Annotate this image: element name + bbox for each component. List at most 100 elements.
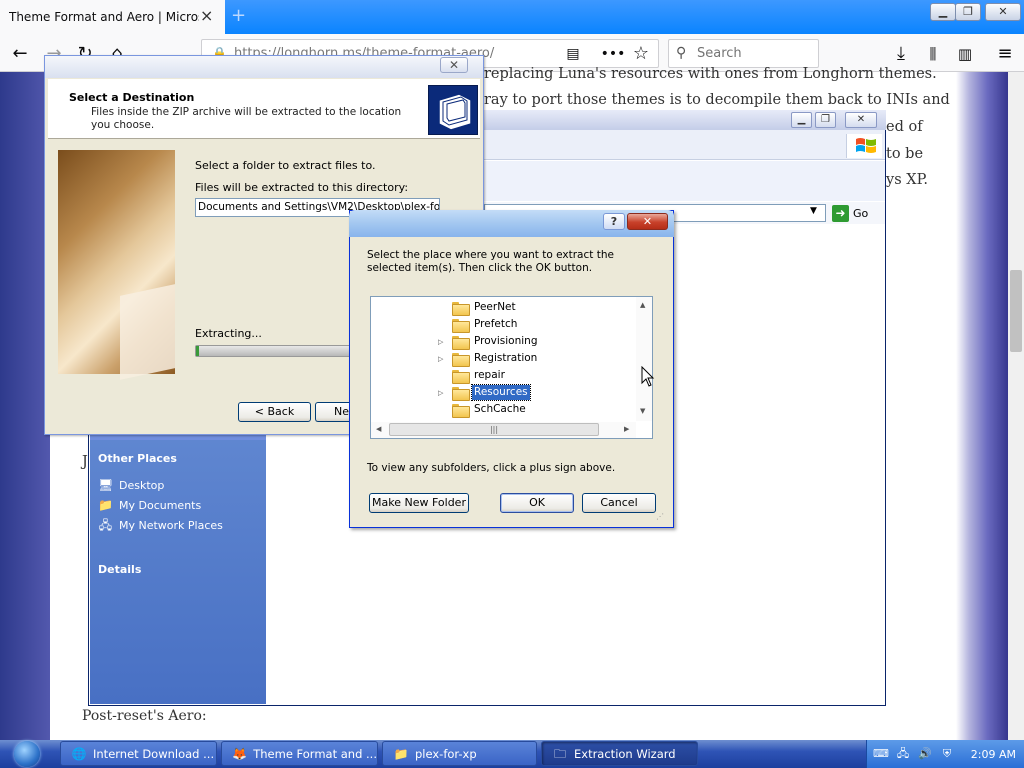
shield-icon[interactable]: ⛨ [939, 746, 955, 762]
tree-folder-row[interactable]: PeerNet [371, 299, 636, 316]
browser-restore-button[interactable]: ❐ [955, 3, 981, 21]
page-actions-icon[interactable]: ••• [600, 41, 626, 67]
taskbar-item-label: Extraction Wizard [574, 746, 676, 761]
ok-button[interactable]: OK [500, 493, 574, 513]
menu-icon[interactable]: ≡ [992, 41, 1018, 67]
taskbar-item[interactable]: 🦊 Theme Format and ... [221, 741, 378, 766]
browse-close-button[interactable]: ✕ [627, 213, 668, 230]
tree-folder-label: repair [474, 369, 505, 381]
tree-expand-icon[interactable]: ▷ [438, 338, 446, 346]
wizard-step-subtitle: Files inside the ZIP archive will be ext… [91, 106, 402, 131]
zip-folder-icon [428, 85, 478, 135]
help-button[interactable]: ? [603, 213, 625, 230]
wizard-step-title: Select a Destination [69, 91, 195, 104]
article-line-1: replacing Luna's resources with ones fro… [484, 66, 937, 82]
tree-expand-icon[interactable]: ▷ [438, 389, 446, 397]
search-icon: ⚲ [676, 45, 687, 61]
keyboard-icon[interactable]: ⌨ [873, 746, 889, 762]
tree-folder-label: Registration [474, 352, 538, 364]
extraction-progress-bar [195, 345, 355, 357]
browser-minimize-button[interactable]: ▁ [930, 3, 956, 21]
wizard-titlebar[interactable] [45, 56, 483, 78]
article-line-5: ys XP. [886, 172, 928, 188]
back-arrow-icon[interactable]: ← [7, 41, 33, 67]
tree-folder-row[interactable]: Prefetch [371, 316, 636, 333]
folder-icon: 📁 [393, 746, 409, 761]
scroll-down-icon[interactable]: ▼ [640, 407, 645, 415]
extracting-status: Extracting... [195, 327, 262, 340]
cancel-button[interactable]: Cancel [582, 493, 656, 513]
tab-title: Theme Format and Aero | Microsoft [9, 10, 199, 24]
page-scrollbar[interactable] [1008, 72, 1024, 740]
resize-grip-icon[interactable]: ⋰ [656, 512, 664, 521]
other-places-title[interactable]: Other Places [98, 452, 177, 465]
tree-folder-label: SchCache [474, 403, 526, 415]
tree-vertical-scrollbar[interactable]: ▲ ▼ [636, 297, 652, 421]
tree-folder-row[interactable]: ▷ Registration [371, 350, 636, 367]
mouse-cursor-icon [641, 366, 655, 387]
other-places-label: Desktop [119, 479, 165, 492]
folder-icon [452, 352, 470, 367]
back-button[interactable]: < Back [238, 402, 311, 422]
scroll-left-icon[interactable]: ◀ [376, 425, 381, 433]
browse-dialog-titlebar[interactable] [349, 210, 674, 237]
page-background-edge [956, 72, 1008, 740]
explorer-minimize-button[interactable]: ▁ [791, 112, 812, 128]
tree-folder-row[interactable]: ▷ Resources [371, 384, 636, 401]
sidebar-icon[interactable]: ▥ [952, 41, 978, 67]
other-places-network[interactable]: 🖧 My Network Places [98, 518, 223, 533]
tab-close-icon[interactable]: × [200, 8, 216, 24]
other-places-my-documents[interactable]: 📁 My Documents [98, 498, 201, 513]
tree-folder-row[interactable]: SchCache [371, 401, 636, 418]
folder-icon [452, 301, 470, 316]
page-scrollbar-thumb[interactable] [1010, 270, 1022, 352]
tree-expand-icon[interactable]: ▷ [438, 355, 446, 363]
article-fragment: J [82, 454, 88, 470]
browse-instructions: Select the place where you want to extra… [367, 249, 614, 274]
network-icon[interactable]: 🖧 [895, 746, 911, 762]
folder-tree[interactable]: PeerNet Prefetch ▷ Provisioning ▷ Registratio… [370, 296, 653, 439]
bookmark-star-icon[interactable]: ☆ [628, 41, 654, 67]
make-new-folder-button[interactable]: Make New Folder [369, 493, 469, 513]
details-title[interactable]: Details [98, 563, 141, 576]
new-tab-icon[interactable]: + [231, 6, 249, 26]
download-icon[interactable]: ⤓ [888, 41, 914, 67]
clock[interactable]: 2:09 AM [971, 748, 1016, 761]
tab-active[interactable]: Theme Format and Aero | Microsoft × [0, 0, 225, 34]
explorer-restore-button[interactable]: ❐ [815, 112, 836, 128]
taskbar-item-label: Theme Format and ... [253, 746, 377, 761]
other-places-label: My Documents [119, 499, 202, 512]
tree-folder-row[interactable]: ▷ Provisioning [371, 333, 636, 350]
scroll-up-icon[interactable]: ▲ [640, 301, 645, 309]
article-line-4: to be [886, 146, 924, 162]
search-input[interactable]: ⚲ Search [668, 39, 819, 68]
explorer-close-button[interactable]: ✕ [845, 112, 877, 128]
folder-icon [452, 403, 470, 418]
folder-icon [452, 335, 470, 350]
other-places-label: My Network Places [119, 519, 223, 532]
other-places-desktop[interactable]: 🖥 Desktop [98, 478, 164, 493]
tree-horizontal-thumb[interactable]: ||| [389, 423, 599, 436]
scroll-right-icon[interactable]: ▶ [624, 425, 629, 433]
taskbar-item[interactable]: 🗀 Extraction Wizard [541, 741, 698, 766]
reader-view-icon[interactable]: ▤ [560, 41, 586, 67]
library-icon[interactable]: ⫼ [920, 41, 946, 67]
extraction-progress-fill [196, 346, 199, 356]
system-tray: ⌨ 🖧 🔊 ⛨ 2:09 AM [866, 740, 1024, 768]
address-dropdown-icon[interactable]: ▼ [810, 206, 817, 216]
taskbar-item-label: Internet Download ... [93, 746, 215, 761]
tree-folder-row[interactable]: repair [371, 367, 636, 384]
wizard-close-button[interactable]: ✕ [440, 57, 468, 73]
taskbar-item[interactable]: 📁 plex-for-xp [382, 741, 537, 766]
taskbar-item[interactable]: 🌐 Internet Download ... [60, 741, 217, 766]
article-caption: Post-reset's Aero: [82, 708, 207, 724]
volume-icon[interactable]: 🔊 [917, 746, 933, 762]
go-button[interactable]: ➜ Go [832, 203, 868, 223]
go-arrow-icon: ➜ [832, 204, 849, 222]
wizard-side-image-highlight [120, 284, 175, 380]
folder-icon [452, 318, 470, 333]
select-folder-text: Select a folder to extract files to. [195, 159, 376, 172]
globe-icon: 🌐 [71, 746, 87, 761]
browser-close-button[interactable]: ✕ [985, 3, 1021, 21]
start-button[interactable] [6, 741, 50, 767]
